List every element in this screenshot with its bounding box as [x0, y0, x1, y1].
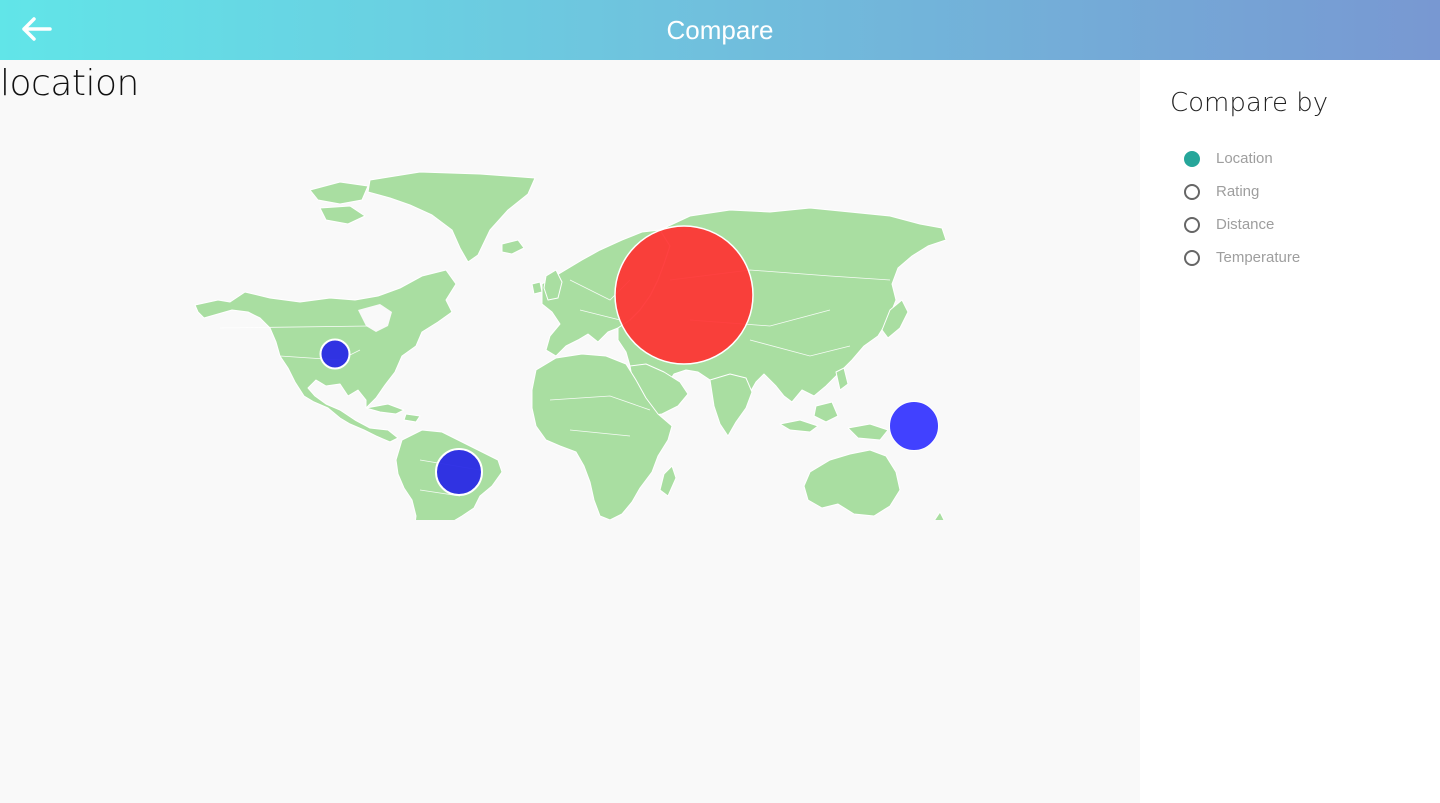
map-land-iceland — [501, 239, 525, 255]
compare-heading: location — [0, 63, 139, 104]
map-land-new-guinea — [847, 423, 889, 441]
option-rating[interactable]: Rating — [1184, 175, 1300, 208]
radio-unchecked-icon[interactable] — [1184, 183, 1200, 200]
marker-brazil[interactable] — [435, 448, 483, 496]
world-map — [190, 160, 950, 565]
map-land-arctic-islands — [309, 181, 369, 205]
radio-unchecked-icon[interactable] — [1184, 216, 1200, 233]
map-land-indonesia — [779, 419, 819, 433]
option-temperature[interactable]: Temperature — [1184, 241, 1300, 274]
radio-unchecked-icon[interactable] — [1184, 249, 1200, 266]
option-distance[interactable]: Distance — [1184, 208, 1300, 241]
marker-japan[interactable] — [889, 401, 939, 451]
option-label: Rating — [1216, 183, 1260, 200]
map-land-philippines — [835, 367, 849, 391]
map-land-caribbean-2 — [403, 413, 421, 423]
map-land-ireland — [531, 281, 543, 295]
option-label: Distance — [1216, 216, 1275, 233]
marker-usa[interactable] — [319, 338, 351, 370]
map-land-caribbean — [365, 403, 405, 415]
option-location[interactable]: Location — [1184, 142, 1300, 175]
page-title: Compare — [666, 15, 774, 45]
compare-sidebar: Compare by Location Rating Distance Temp… — [1140, 60, 1440, 803]
radio-checked-icon[interactable] — [1184, 150, 1200, 167]
world-map-svg — [194, 171, 947, 565]
map-land-australia — [803, 449, 901, 517]
main-panel: location — [0, 60, 1140, 803]
marker-russia[interactable] — [614, 225, 754, 365]
map-land-borneo — [813, 401, 839, 423]
app-header: Compare — [0, 0, 1440, 60]
option-label: Temperature — [1216, 249, 1301, 266]
map-land-india — [709, 373, 753, 437]
option-label: Location — [1216, 150, 1273, 167]
map-land-new-zealand — [931, 511, 945, 535]
map-land-madagascar — [659, 465, 677, 497]
compare-options: Location Rating Distance Temperature — [1184, 142, 1300, 274]
back-button[interactable] — [14, 10, 58, 50]
arrow-left-icon — [22, 17, 52, 41]
map-land-arctic-islands-2 — [319, 205, 366, 225]
sidebar-title: Compare by — [1170, 88, 1329, 118]
